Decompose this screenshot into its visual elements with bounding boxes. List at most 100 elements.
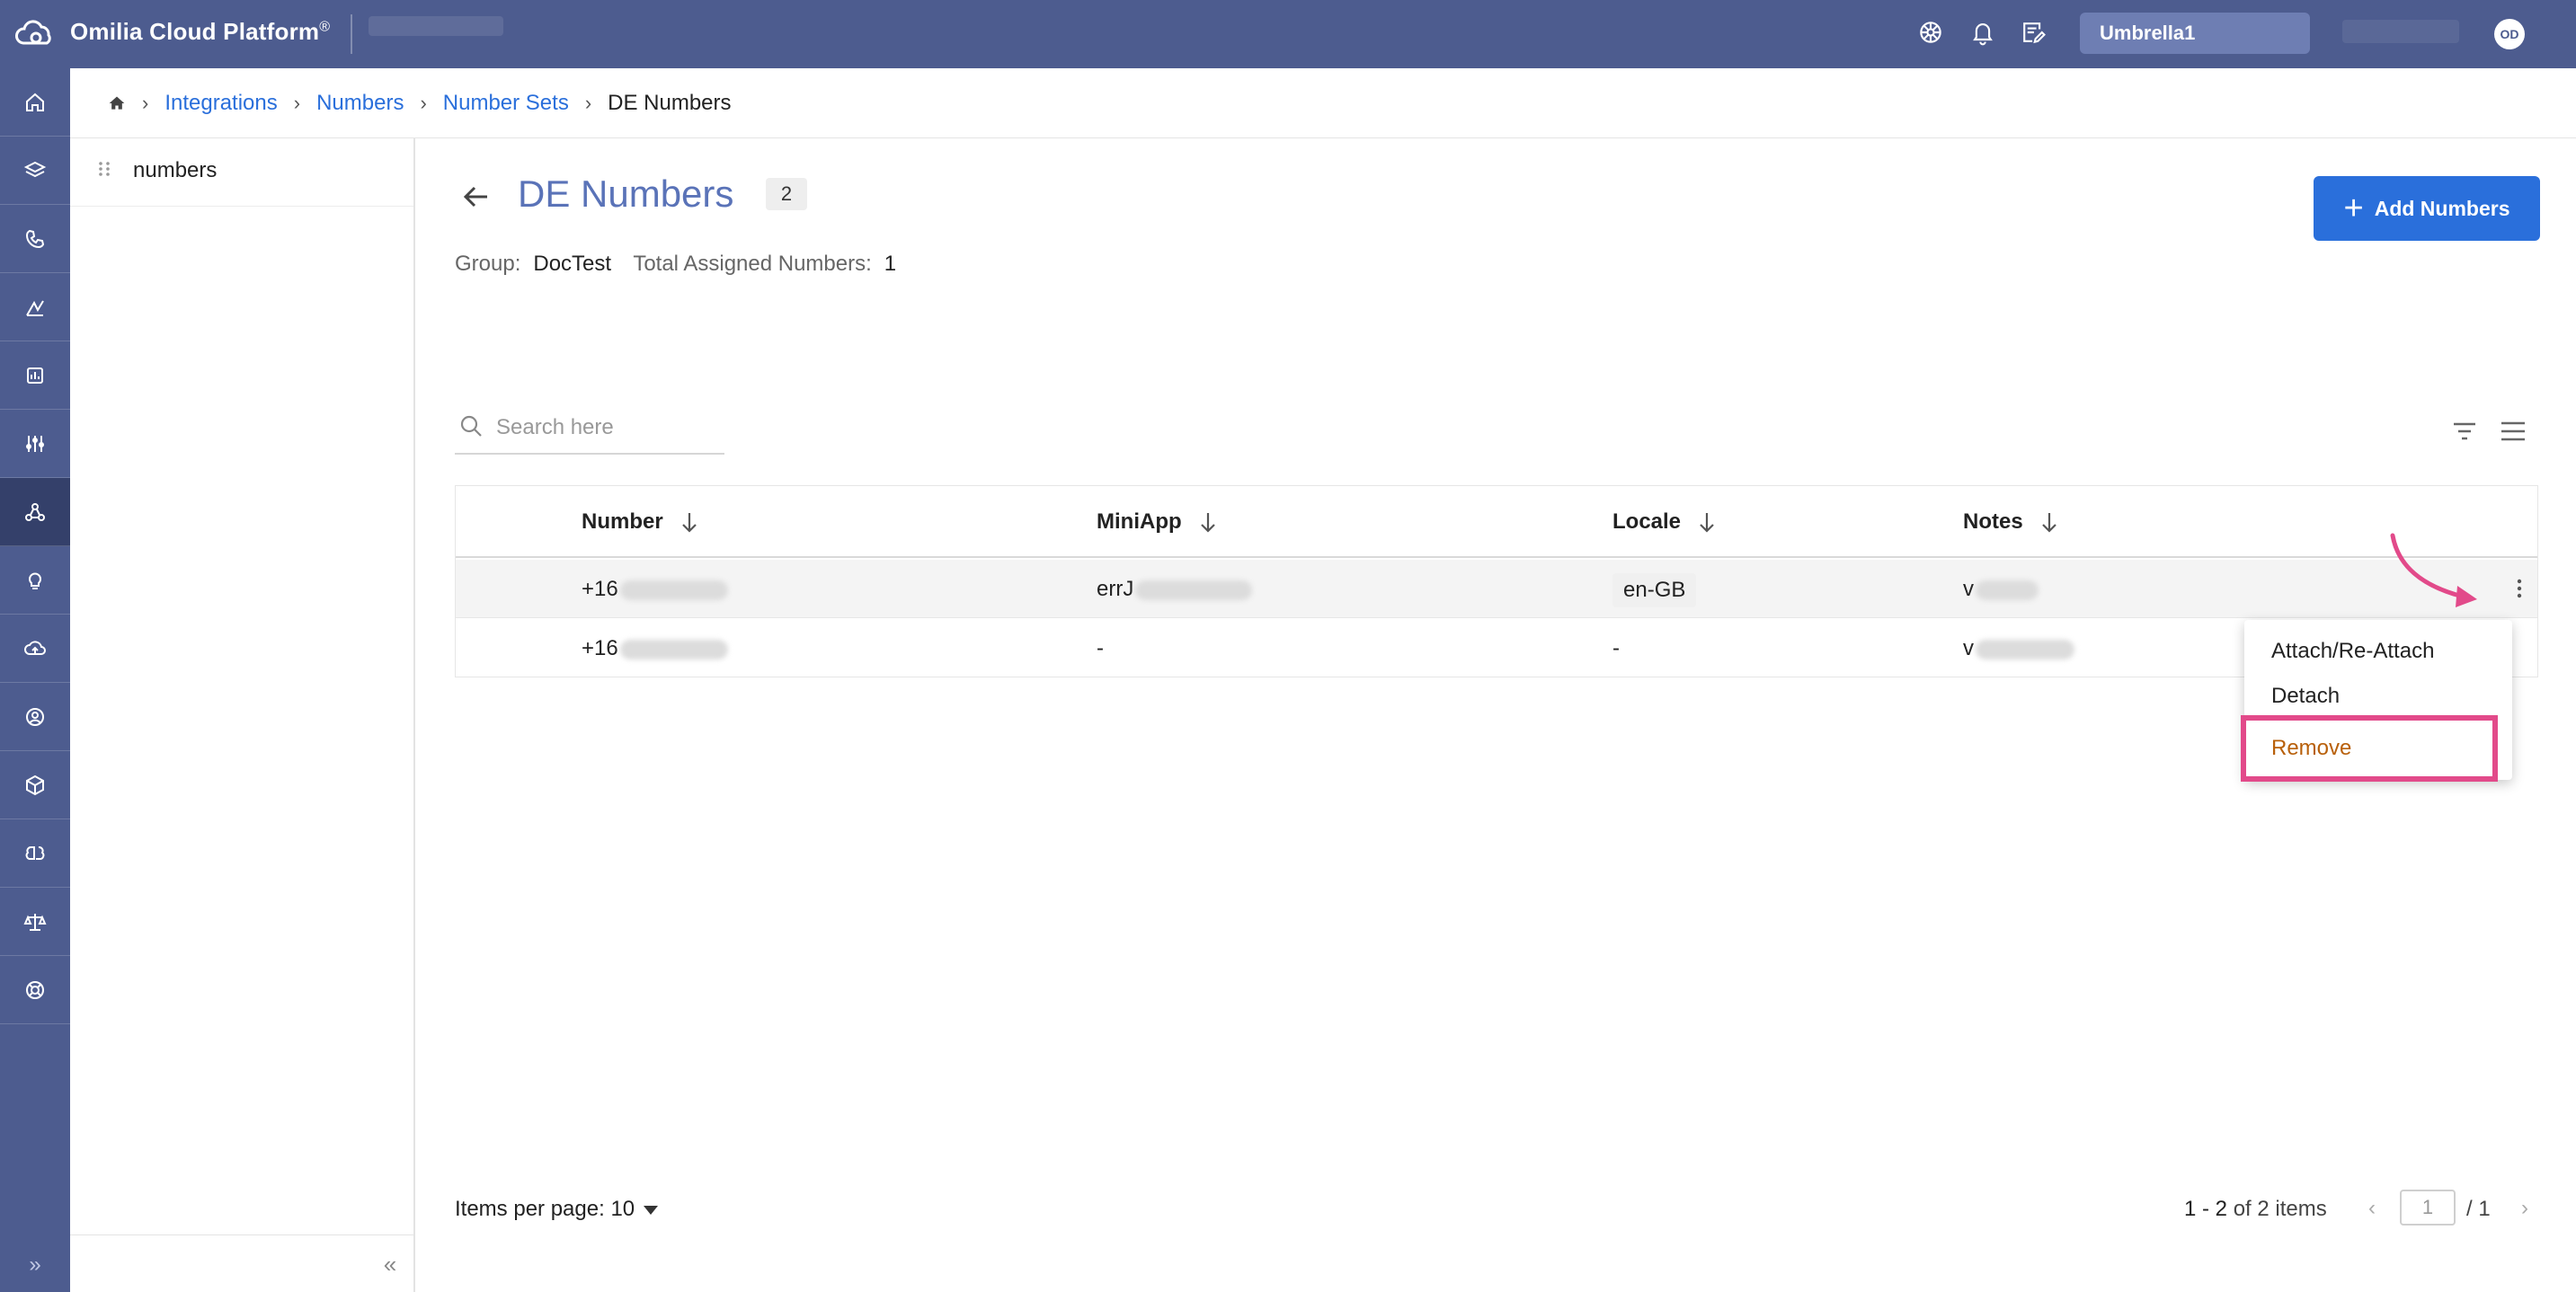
sidebar-item-compliance[interactable] [0, 888, 70, 956]
help-wheel-icon[interactable] [1916, 18, 1949, 50]
cell-number: +16 [582, 560, 728, 618]
count-badge: 2 [766, 178, 807, 210]
back-arrow-icon[interactable] [458, 179, 494, 215]
integrations-icon [25, 502, 45, 521]
column-header-label: Notes [1963, 509, 2023, 534]
lifebuoy-icon [26, 980, 44, 999]
column-settings-icon[interactable] [2499, 417, 2527, 446]
tree-item-numbers[interactable]: numbers [70, 138, 413, 207]
layers-icon [23, 161, 47, 177]
drag-handle-icon[interactable] [97, 160, 113, 183]
sidebar-item-layers[interactable] [0, 137, 70, 205]
tree-panel: numbers « [70, 138, 415, 1292]
sidebar-item-settings[interactable] [0, 410, 70, 478]
next-page-chevron-icon[interactable]: › [2511, 1195, 2538, 1222]
sidebar-item-integrations[interactable] [0, 478, 70, 546]
sort-arrow-icon[interactable] [1198, 510, 1218, 534]
cloud-upload-icon [24, 640, 46, 655]
group-value: DocTest [533, 252, 612, 276]
menu-item-detach[interactable]: Detach [2244, 674, 2512, 719]
sidebar-item-home[interactable] [0, 68, 70, 137]
main-content: DE Numbers 2 + Add Numbers Group: DocTest… [417, 138, 2576, 1292]
breadcrumb-number-sets[interactable]: Number Sets [443, 91, 569, 116]
sidebar-item-phone[interactable] [0, 205, 70, 273]
balance-icon [23, 913, 47, 931]
app-root: Omilia Cloud Platform® Umbrella1 OD » › … [0, 0, 2576, 1292]
row-actions-icon[interactable] [2514, 574, 2525, 603]
support-icon [26, 707, 44, 726]
column-header-number[interactable]: Number [582, 486, 699, 558]
sidebar-item-deploy[interactable] [0, 615, 70, 683]
items-per-page-label: Items per page: [455, 1197, 605, 1221]
redacted-area [2342, 20, 2459, 43]
sort-arrow-icon[interactable] [680, 510, 699, 534]
cell-notes: v [1963, 560, 2039, 618]
cube-icon [26, 774, 44, 795]
sidebar-item-support[interactable] [0, 683, 70, 751]
breadcrumb-separator: › [142, 91, 149, 114]
tree-panel-footer: « [70, 1234, 413, 1292]
notes-edit-icon[interactable] [2019, 18, 2051, 50]
numbers-table: Number MiniApp Locale Notes +16 errJ en-… [455, 485, 2538, 677]
collapse-panel-button[interactable]: « [374, 1248, 406, 1280]
sort-arrow-icon[interactable] [1697, 510, 1717, 534]
home-icon [26, 93, 44, 111]
annotation-arrow-icon [2390, 533, 2477, 607]
menu-item-attach[interactable]: Attach/Re-Attach [2244, 629, 2512, 674]
analytics-icon [26, 299, 44, 316]
avatar[interactable]: OD [2494, 19, 2525, 49]
filter-icon[interactable] [2450, 417, 2479, 446]
workspace-selector[interactable]: Umbrella1 [2080, 13, 2310, 54]
search-box [455, 404, 724, 455]
group-label: Group: [455, 252, 521, 276]
breadcrumb: › Integrations › Numbers › Number Sets ›… [70, 68, 2576, 138]
items-per-page-value: 10 [610, 1197, 635, 1221]
menu-item-remove[interactable]: Remove [2241, 715, 2498, 782]
bell-icon[interactable] [1968, 18, 2001, 50]
page-title: DE Numbers [518, 173, 734, 215]
sidebar-item-ai[interactable] [0, 819, 70, 888]
sidebar-item-ideas[interactable] [0, 546, 70, 615]
row-context-menu: Attach/Re-Attach Detach Remove [2241, 620, 2512, 782]
expand-sidebar-button[interactable]: » [0, 1238, 70, 1292]
assigned-value: 1 [884, 252, 897, 276]
sidebar-item-analytics[interactable] [0, 273, 70, 341]
home-icon[interactable] [108, 94, 126, 112]
table-row[interactable]: +16 - - v [456, 619, 2537, 677]
pagination-range: 1 - 2 of 2 items [2184, 1197, 2327, 1222]
cell-notes: v [1963, 619, 2074, 677]
omilia-logo-icon[interactable] [14, 16, 58, 52]
assigned-label: Total Assigned Numbers: [633, 252, 872, 276]
prev-page-chevron-icon[interactable]: ‹ [2358, 1195, 2385, 1222]
sidebar-item-help[interactable] [0, 956, 70, 1024]
breadcrumb-numbers[interactable]: Numbers [316, 91, 404, 116]
breadcrumb-integrations[interactable]: Integrations [164, 91, 277, 116]
add-numbers-label: Add Numbers [2374, 196, 2510, 220]
table-row[interactable]: +16 errJ en-GB v [456, 560, 2537, 618]
phone-icon [25, 229, 45, 248]
column-header-label: Number [582, 509, 663, 534]
add-numbers-button[interactable]: + Add Numbers [2314, 176, 2540, 241]
sort-arrow-icon[interactable] [2039, 510, 2059, 534]
column-header-locale[interactable]: Locale [1612, 486, 1717, 558]
column-header-label: MiniApp [1097, 509, 1182, 534]
breadcrumb-separator: › [293, 91, 301, 114]
sidebar-item-packages[interactable] [0, 751, 70, 819]
column-header-miniapp[interactable]: MiniApp [1097, 486, 1218, 558]
pagination-range-suffix: of 2 items [2233, 1197, 2327, 1221]
items-per-page[interactable]: Items per page: 10 [455, 1197, 659, 1222]
set-meta: Group: DocTest Total Assigned Numbers: 1 [455, 252, 912, 277]
cell-number: +16 [582, 619, 728, 677]
page-number-input[interactable] [2400, 1190, 2456, 1226]
breadcrumb-separator: › [420, 91, 427, 114]
tree-item-label: numbers [133, 158, 218, 182]
locale-chip: en-GB [1612, 572, 1697, 607]
breadcrumb-current: DE Numbers [608, 90, 732, 115]
search-input[interactable] [496, 410, 721, 446]
page-total: / 1 [2466, 1197, 2491, 1221]
sidebar-item-reports[interactable] [0, 341, 70, 410]
reports-icon [27, 367, 43, 384]
column-header-notes[interactable]: Notes [1963, 486, 2059, 558]
sidebar-nav: » [0, 68, 70, 1292]
topbar-divider [351, 14, 352, 54]
